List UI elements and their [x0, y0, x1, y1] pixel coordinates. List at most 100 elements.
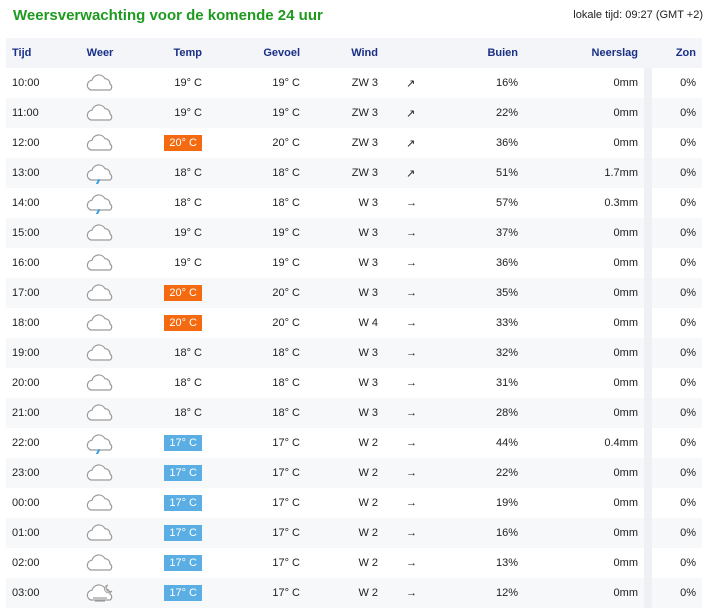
wind-direction-cell: →	[384, 338, 418, 368]
time-cell: 00:00	[12, 497, 40, 509]
wind-arrow-icon: →	[406, 197, 417, 209]
cloud-icon	[84, 224, 116, 241]
wind-cell: W 2	[306, 458, 384, 488]
rain-chance-cell: 37%	[418, 218, 524, 248]
rain-chance-cell: 35%	[418, 278, 524, 308]
table-row: 00:00 17° C 17° C W 2 → 19% 0mm 0%	[6, 488, 702, 518]
temp-cell: 18° C	[136, 338, 208, 368]
precip-cell: 0mm	[524, 338, 644, 368]
wind-direction-cell: →	[384, 278, 418, 308]
cloud-icon	[84, 254, 116, 271]
temp-value: 19° C	[174, 227, 202, 239]
wind-cell: ZW 3	[306, 158, 384, 188]
sun-cell: 0%	[680, 77, 696, 89]
weather-cell	[64, 308, 136, 338]
feel-cell: 20° C	[208, 278, 306, 308]
temp-cell: 17° C	[136, 518, 208, 548]
wind-arrow-icon: →	[406, 377, 417, 389]
temp-value: 18° C	[174, 407, 202, 419]
gap-cell	[644, 368, 652, 398]
sun-cell: 0%	[680, 137, 696, 149]
feel-cell: 19° C	[208, 98, 306, 128]
temp-badge: 17° C	[164, 435, 202, 451]
wind-arrow-icon: ↗	[406, 167, 416, 180]
wind-arrow-icon: →	[406, 527, 417, 539]
feel-cell: 19° C	[272, 77, 300, 89]
table-row: 03:00 17° C 17° CW 2 → 12% 0mm 0%	[6, 578, 702, 608]
wind-direction-cell: →	[384, 188, 418, 218]
time-cell: 22:00	[12, 437, 40, 449]
feel-cell: 18° C	[208, 338, 306, 368]
time-cell: 19:00	[6, 338, 64, 368]
temp-cell: 17° C	[136, 578, 208, 608]
sun-cell: 0%	[652, 278, 702, 308]
rain-chance-cell: 22%	[418, 458, 524, 488]
gap-cell	[644, 548, 652, 578]
temp-badge: 17° C	[164, 585, 202, 601]
weather-cell	[64, 458, 136, 488]
wind-arrow-icon: →	[406, 227, 417, 239]
precip-cell: 0.3mm	[604, 197, 638, 209]
cloud-icon	[84, 524, 116, 541]
wind-direction-cell: →	[384, 578, 418, 608]
time-cell: 01:00	[6, 518, 64, 548]
cloud-icon	[84, 284, 116, 301]
temp-badge: 20° C	[164, 315, 202, 331]
wind-cell: ZW 3	[351, 77, 378, 89]
gap-cell	[644, 398, 652, 428]
page-title: Weersverwachting voor de komende 24 uur	[13, 7, 323, 24]
precip-cell: 0.4mm	[604, 437, 638, 449]
time-cell: 15:00	[6, 218, 64, 248]
feel-cell: 18° C	[208, 158, 306, 188]
gap-cell	[644, 308, 652, 338]
wind-cell: W 3	[358, 197, 378, 209]
feel-cell: 20° C	[272, 137, 300, 149]
gap-cell	[644, 248, 652, 278]
cloud-icon	[84, 314, 116, 331]
temp-cell: 17° C	[136, 428, 208, 458]
wind-direction-cell: →	[384, 518, 418, 548]
rain-chance-cell: 22%	[418, 98, 524, 128]
temp-cell: 17° C	[136, 488, 208, 518]
temp-badge: 20° C	[164, 135, 202, 151]
table-row: 22:00 17° C 17° C W 2 → 44% 0.4mm 0%	[6, 428, 702, 458]
precip-cell: 1.7mm	[524, 158, 644, 188]
wind-direction-cell: ↗	[384, 158, 418, 188]
sun-cell: 0%	[680, 197, 696, 209]
wind-direction-cell: →	[384, 458, 418, 488]
temp-cell: 17° C	[136, 458, 208, 488]
rain-chance-cell: 36%	[495, 257, 518, 269]
precip-cell: 0mm	[613, 557, 638, 569]
col-header-time: Tijd	[6, 38, 64, 68]
feel-cell: 18° C	[208, 398, 306, 428]
cloud-icon	[84, 344, 116, 361]
wind-arrow-icon: ↗	[406, 77, 416, 90]
time-cell: 13:00	[6, 158, 64, 188]
weather-cell	[64, 398, 136, 428]
weather-cell	[64, 368, 136, 398]
temp-badge: 17° C	[164, 525, 202, 541]
sun-cell: 0%	[652, 98, 702, 128]
wind-arrow-icon: →	[406, 497, 417, 509]
time-cell: 21:00	[6, 398, 64, 428]
precip-cell: 0mm	[524, 218, 644, 248]
wind-arrow-icon: →	[406, 407, 417, 419]
table-row: 18:00 20° C 20° C W 4 → 33% 0mm 0%	[6, 308, 702, 338]
wind-cell: W 2	[306, 578, 384, 608]
time-cell: 17:00	[6, 278, 64, 308]
gap-cell	[644, 488, 652, 518]
sun-cell: 0%	[652, 398, 702, 428]
wind-arrow-icon: →	[406, 557, 417, 569]
weather-cell	[64, 218, 136, 248]
temp-cell: 18° C	[136, 188, 208, 218]
cloud-icon	[84, 74, 116, 91]
wind-arrow-icon: →	[406, 287, 417, 299]
temp-cell: 20° C	[136, 278, 208, 308]
wind-direction-cell: →	[384, 308, 418, 338]
feel-cell: 18° C	[272, 197, 300, 209]
temp-cell: 19° C	[136, 98, 208, 128]
rain-chance-cell: 44%	[495, 437, 518, 449]
table-row: 11:00 19° C 19° C ZW 3 ↗ 22% 0mm 0%	[6, 98, 702, 128]
cloud-icon	[84, 494, 116, 511]
wind-arrow-icon: →	[406, 467, 417, 479]
